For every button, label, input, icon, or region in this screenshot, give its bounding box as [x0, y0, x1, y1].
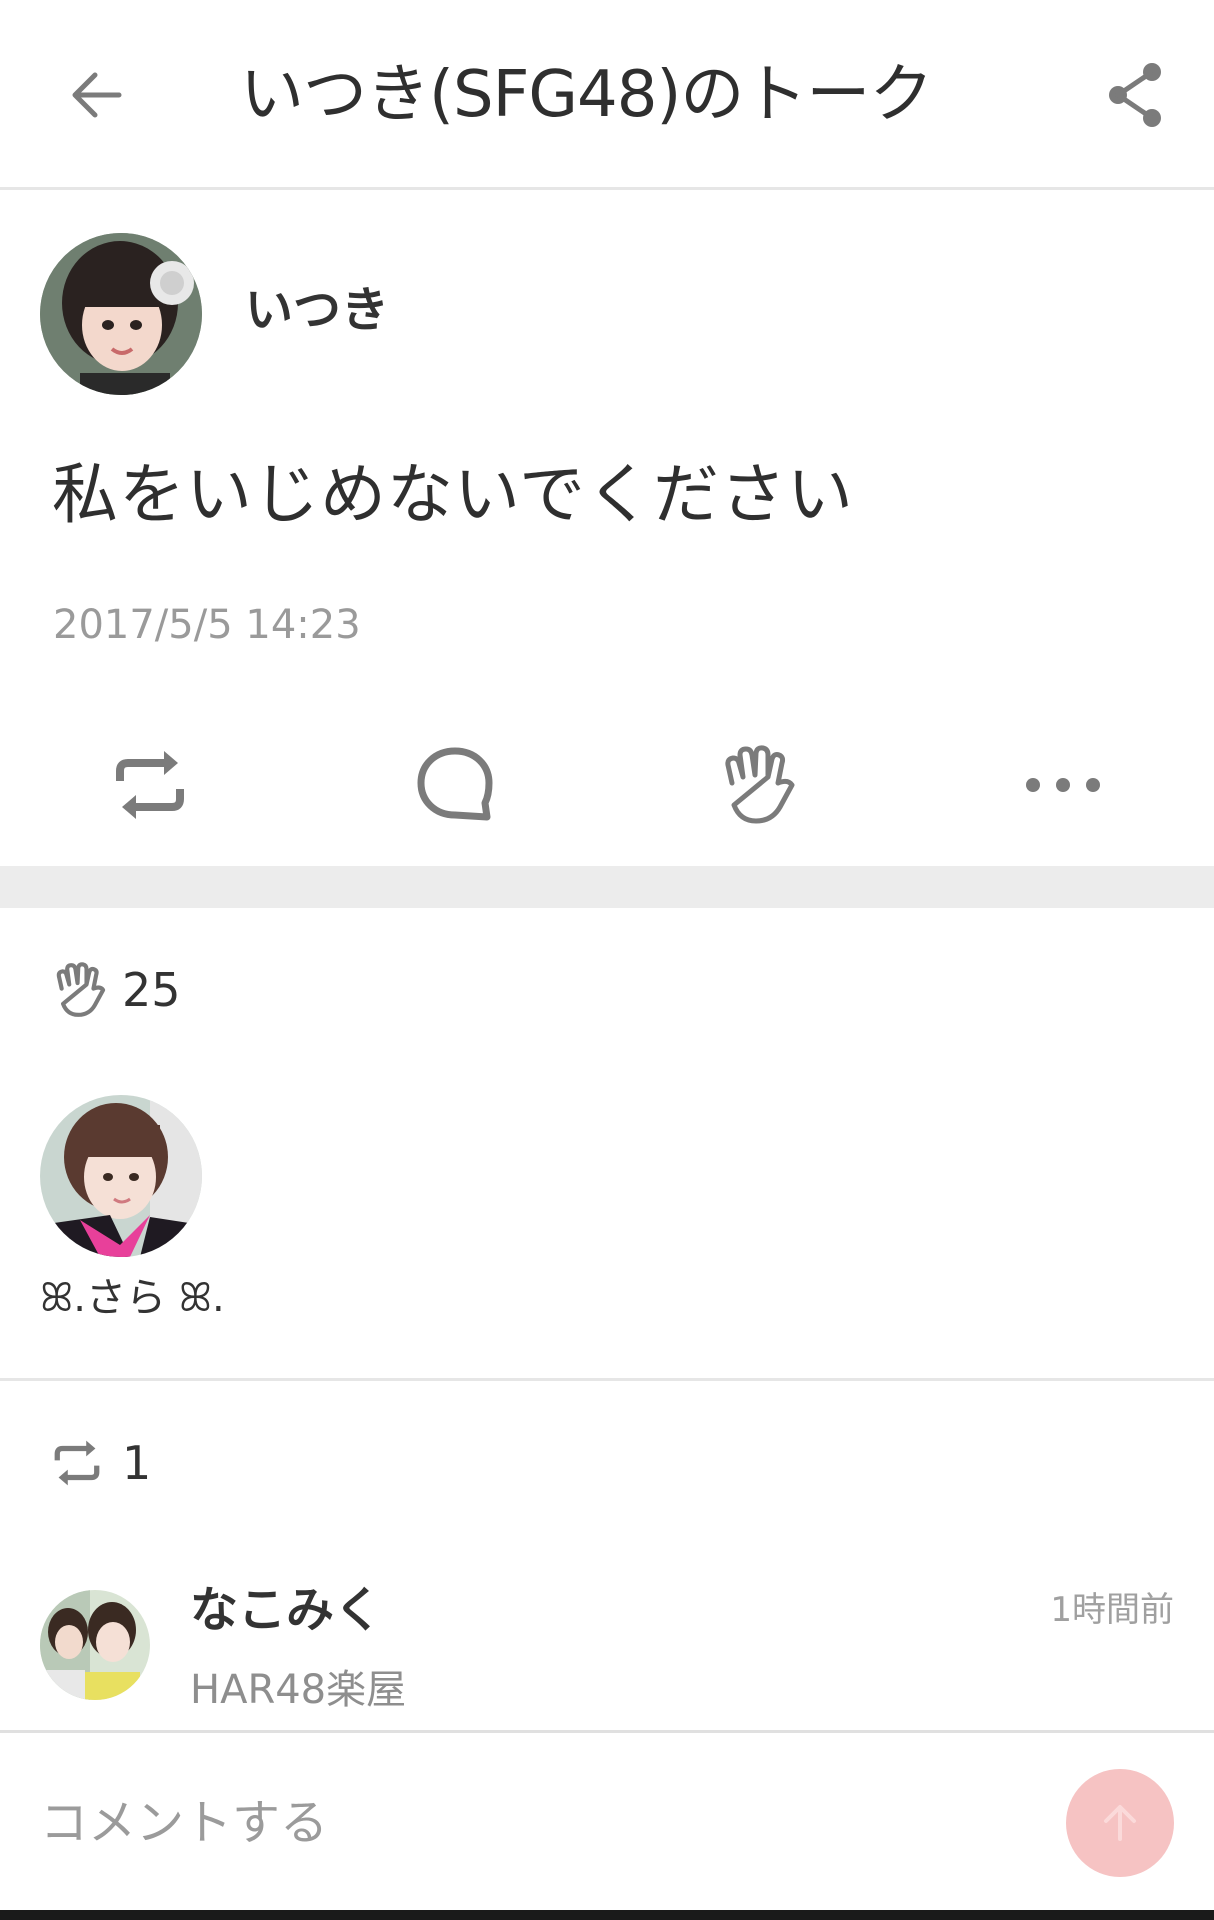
- repost-icon: [112, 747, 188, 823]
- repost-time: 1時間前: [1050, 1590, 1174, 1630]
- reposts-count: 1: [122, 1436, 152, 1490]
- author-name[interactable]: いつき: [245, 275, 389, 345]
- repost-icon: [52, 1438, 102, 1488]
- author-avatar[interactable]: [40, 233, 202, 395]
- likes-count: 25: [122, 963, 181, 1017]
- more-icon: [1023, 775, 1103, 795]
- comment-input[interactable]: [40, 1773, 1000, 1873]
- section-divider: [0, 1378, 1214, 1381]
- comment-icon: [415, 745, 495, 825]
- reposter-name: なこみく: [190, 1582, 383, 1638]
- repost-list-item[interactable]: なこみく HAR48楽屋 1時間前: [0, 1570, 1214, 1730]
- comment-button[interactable]: [395, 720, 515, 850]
- liker-name[interactable]: ꕤ.さら ꕤ.: [40, 1268, 225, 1328]
- post-body: 私をいじめないでください: [52, 456, 855, 533]
- reposter-group: HAR48楽屋: [190, 1667, 407, 1713]
- send-button[interactable]: [1066, 1769, 1174, 1877]
- liker-avatar[interactable]: [40, 1095, 202, 1257]
- comment-bar: [0, 1730, 1214, 1910]
- section-divider: [0, 866, 1214, 908]
- post-action-bar: [0, 720, 1214, 850]
- talk-detail-screen: いつき(SFG48)のトーク いつき 私をいじめないでください 2017/5/5…: [0, 0, 1214, 1920]
- clap-button[interactable]: [700, 720, 820, 850]
- repost-button[interactable]: [90, 720, 210, 850]
- arrow-left-icon: [65, 63, 129, 127]
- arrow-up-icon: [1098, 1801, 1142, 1845]
- post-timestamp: 2017/5/5 14:23: [53, 602, 361, 648]
- clap-icon: [52, 961, 110, 1019]
- share-button[interactable]: [1090, 50, 1180, 140]
- back-button[interactable]: [52, 50, 142, 140]
- navigation-bar-edge: [0, 1910, 1214, 1920]
- reposter-avatar[interactable]: [40, 1590, 150, 1700]
- app-header: いつき(SFG48)のトーク: [0, 0, 1214, 190]
- likes-summary: 25: [52, 955, 181, 1025]
- more-button[interactable]: [1003, 720, 1123, 850]
- clap-icon: [718, 743, 802, 827]
- share-icon: [1104, 60, 1166, 130]
- reposts-summary: 1: [52, 1428, 151, 1498]
- page-title: いつき(SFG48)のトーク: [240, 58, 933, 132]
